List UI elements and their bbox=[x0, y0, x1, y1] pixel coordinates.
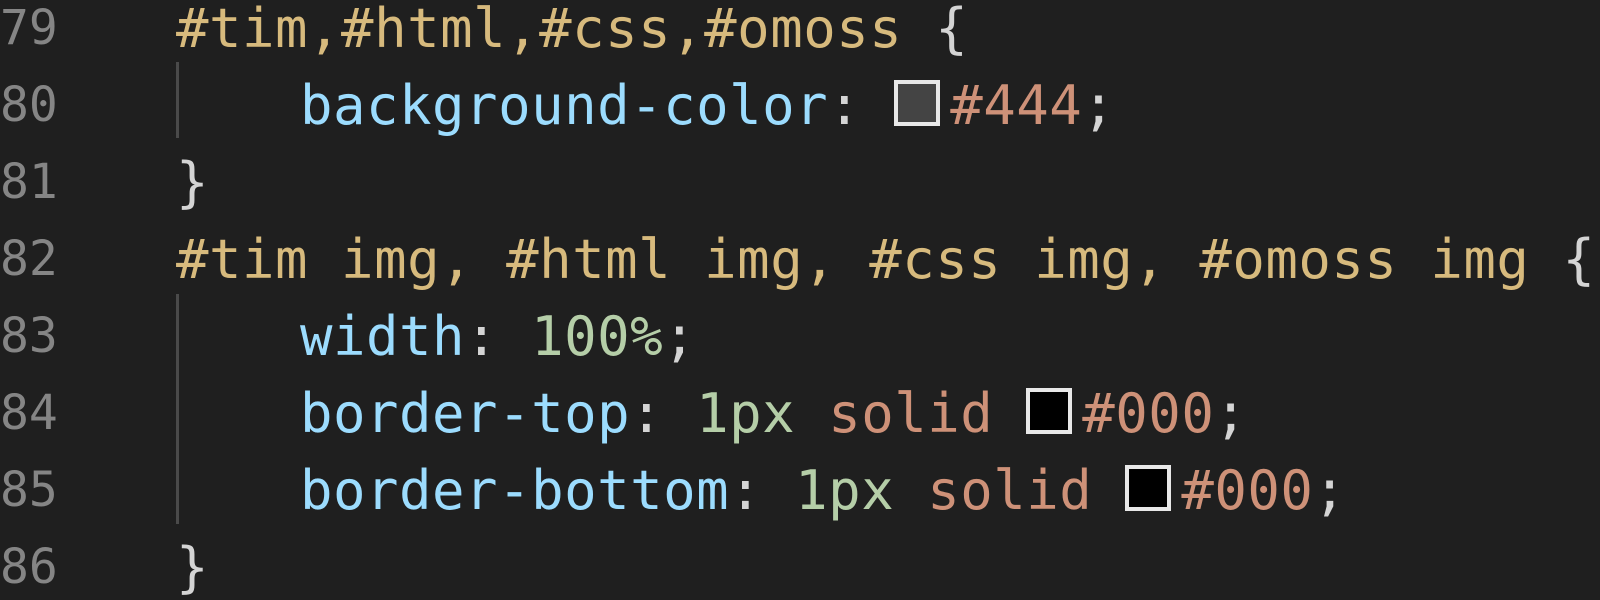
line-number: 86 bbox=[0, 539, 58, 595]
line-number: 81 bbox=[0, 154, 58, 210]
code-text[interactable]: #tim img, #html img, #css img, #omoss im… bbox=[176, 233, 1595, 287]
css-value: #000 bbox=[1082, 382, 1215, 445]
code-editor[interactable]: 79 #tim,#html,#css,#omoss { 80 backgroun… bbox=[0, 0, 1600, 600]
code-text[interactable]: border-bottom: 1px solid #000; bbox=[300, 464, 1346, 518]
semicolon: ; bbox=[1082, 74, 1116, 137]
code-text[interactable]: } bbox=[176, 156, 209, 210]
line-number: 85 bbox=[0, 462, 58, 518]
code-text[interactable]: } bbox=[176, 541, 209, 595]
line-number: 84 bbox=[0, 385, 58, 441]
code-line[interactable]: 81 } bbox=[0, 156, 1600, 234]
line-number: 80 bbox=[0, 77, 58, 133]
css-property: border-bottom bbox=[300, 459, 730, 522]
code-text[interactable]: width: 100%; bbox=[300, 310, 696, 364]
semicolon: ; bbox=[1214, 382, 1248, 445]
code-line[interactable]: 86 } bbox=[0, 541, 1600, 600]
colon: : bbox=[630, 382, 664, 445]
code-line[interactable]: 79 #tim,#html,#css,#omoss { bbox=[0, 2, 1600, 80]
css-property: border-top bbox=[300, 382, 631, 445]
color-swatch-icon[interactable] bbox=[1125, 465, 1172, 511]
code-line[interactable]: 83 width: 100%; bbox=[0, 310, 1600, 388]
css-number: 1px bbox=[696, 382, 796, 445]
line-number: 82 bbox=[0, 231, 58, 287]
open-brace: { bbox=[935, 0, 969, 60]
close-brace: } bbox=[176, 536, 210, 599]
color-swatch-icon[interactable] bbox=[1026, 388, 1073, 434]
semicolon: ; bbox=[663, 305, 697, 368]
css-number: 100% bbox=[531, 305, 664, 368]
open-brace: { bbox=[1562, 228, 1596, 291]
css-property: background-color bbox=[300, 74, 829, 137]
code-line[interactable]: 84 border-top: 1px solid #000; bbox=[0, 387, 1600, 465]
code-line[interactable]: 85 border-bottom: 1px solid #000; bbox=[0, 464, 1600, 542]
css-property: width bbox=[300, 305, 466, 368]
code-text[interactable]: #tim,#html,#css,#omoss { bbox=[176, 2, 968, 56]
css-value: #000 bbox=[1181, 459, 1314, 522]
colon: : bbox=[465, 305, 499, 368]
code-line[interactable]: 80 background-color: #444; bbox=[0, 79, 1600, 157]
code-text[interactable]: background-color: #444; bbox=[300, 79, 1115, 133]
css-keyword: solid bbox=[828, 382, 994, 445]
semicolon: ; bbox=[1313, 459, 1347, 522]
css-value: #444 bbox=[950, 74, 1083, 137]
css-keyword: solid bbox=[927, 459, 1093, 522]
css-selector: #tim img, #html img, #css img, #omoss im… bbox=[176, 228, 1530, 291]
code-text[interactable]: border-top: 1px solid #000; bbox=[300, 387, 1247, 441]
line-number: 83 bbox=[0, 308, 58, 364]
line-number: 79 bbox=[0, 0, 58, 56]
colon: : bbox=[828, 74, 862, 137]
close-brace: } bbox=[176, 151, 210, 214]
css-selector: #tim,#html,#css,#omoss bbox=[176, 0, 903, 60]
color-swatch-icon[interactable] bbox=[894, 80, 941, 126]
colon: : bbox=[729, 459, 763, 522]
css-number: 1px bbox=[795, 459, 895, 522]
code-line[interactable]: 82 #tim img, #html img, #css img, #omoss… bbox=[0, 233, 1600, 311]
